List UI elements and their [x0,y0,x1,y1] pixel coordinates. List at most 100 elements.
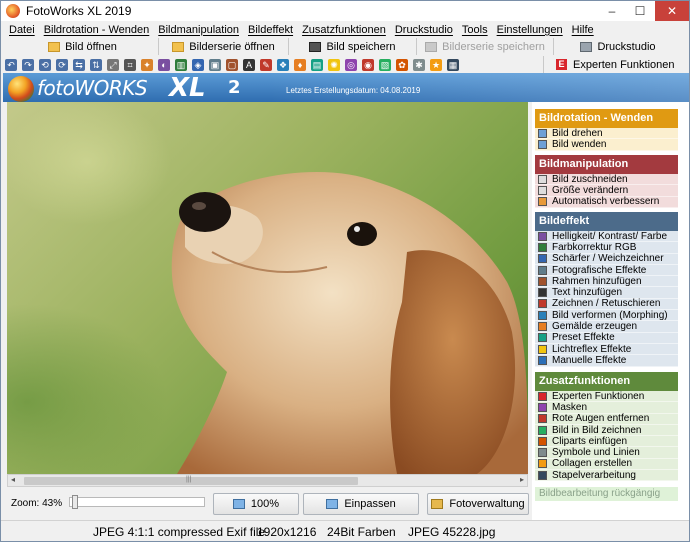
image-canvas[interactable] [7,102,528,474]
item-label: Automatisch verbessern [552,196,660,208]
section-header: Bildmanipulation [535,155,678,174]
red-eye-icon [538,414,547,424]
scrollbar-grip: ||| [186,476,192,483]
panel-item-auto-verbessern[interactable]: Automatisch verbessern [535,196,678,208]
panel-item-rote-augen[interactable]: Rote Augen entfernen [535,413,678,425]
rotate-ccw-icon[interactable]: ⟲ [39,58,51,71]
rotate-right-icon[interactable]: ↷ [22,58,34,71]
collage-icon[interactable]: ★ [430,58,442,71]
photo-effects-icon [538,265,547,275]
item-label: Stapelverarbeitung [552,469,636,481]
retouch-icon[interactable]: ✎ [260,58,272,71]
rotate-cw-icon[interactable]: ⟳ [56,58,68,71]
zoom-100-button[interactable]: 100% [213,493,299,515]
morph-icon[interactable]: ❖ [277,58,289,71]
levels-icon[interactable]: ▥ [175,58,187,71]
resize-icon [538,185,547,195]
batch-icon[interactable]: ▦ [447,58,459,71]
panel-item-rahmen[interactable]: Rahmen hinzufügen [535,276,678,288]
menu-bildrotation[interactable]: Bildrotation - Wenden [44,24,150,36]
open-series-button[interactable]: Bilderserie öffnen [159,38,289,55]
flip-horizontal-icon[interactable]: ⇆ [73,58,85,71]
menu-einstellungen[interactable]: Einstellungen [497,24,563,36]
enhance-icon[interactable]: ✦ [141,58,153,71]
menu-druckstudio[interactable]: Druckstudio [395,24,453,36]
save-series-button[interactable]: Bilderserie speichern [417,38,554,55]
panel-item-lichtreflex[interactable]: Lichtreflex Effekte [535,344,678,356]
panel-item-collagen[interactable]: Collagen erstellen [535,458,678,471]
resize-icon[interactable]: ⤢ [107,58,119,71]
photo-effects-icon[interactable]: ▣ [209,58,221,71]
panel-item-groesse[interactable]: Größe verändern [535,184,678,197]
panel-item-masken[interactable]: Masken [535,402,678,414]
photo-manager-label: Fotoverwaltung [449,498,525,510]
scroll-left-icon[interactable]: ◂ [11,475,15,484]
menu-hilfe[interactable]: Hilfe [572,24,594,36]
cliparts-icon[interactable]: ✿ [396,58,408,71]
minimize-button[interactable]: – [598,1,626,21]
panel-item-stapel[interactable]: Stapelverarbeitung [535,469,678,482]
menu-zusatzfunktionen[interactable]: Zusatzfunktionen [302,24,386,36]
maximize-button[interactable]: ☐ [626,1,654,21]
frame-icon[interactable]: ▢ [226,58,238,71]
item-label: Manuelle Effekte [552,354,627,366]
symbols-icon [538,448,547,458]
scroll-right-icon[interactable]: ▸ [520,475,524,484]
zoom-slider[interactable] [69,495,205,509]
menu-datei[interactable]: Datei [9,24,35,36]
flip-vertical-icon[interactable]: ⇅ [90,58,102,71]
save-image-button[interactable]: Bild speichern [289,38,417,55]
panel-item-bild-wenden[interactable]: Bild wenden [535,138,678,151]
item-label: Größe verändern [552,184,629,196]
section-bildrotation: Bildrotation - Wenden Bild drehen Bild w… [535,109,678,151]
preset-icon[interactable]: ▤ [311,58,323,71]
panel-item-gemaelde[interactable]: Gemälde erzeugen [535,321,678,333]
menu-bildmanipulation[interactable]: Bildmanipulation [158,24,239,36]
panel-item-zuschneiden[interactable]: Bild zuschneiden [535,174,678,186]
painting-icon[interactable]: ♦ [294,58,306,71]
mask-icon[interactable]: ◎ [345,58,357,71]
panel-item-bild-in-bild[interactable]: Bild in Bild zeichnen [535,425,678,437]
panel-item-symbole[interactable]: Symbole und Linien [535,447,678,459]
zoom-slider-knob[interactable] [72,495,78,509]
item-label: Bild wenden [552,138,607,150]
cliparts-icon [538,436,547,446]
panel-item-morphing[interactable]: Bild verformen (Morphing) [535,310,678,322]
panel-item-manuelle-effekte[interactable]: Manuelle Effekte [535,354,678,367]
photo-manager-button[interactable]: Fotoverwaltung [427,493,529,515]
open-image-button[interactable]: Bild öffnen [7,38,159,55]
menu-bildeffekt[interactable]: Bildeffekt [248,24,293,36]
color-adjust-icon[interactable]: ◐ [158,58,170,71]
expert-functions-button[interactable]: E Experten Funktionen [543,56,679,73]
panel-item-preset[interactable]: Preset Effekte [535,332,678,344]
menu-bar: Datei Bildrotation - Wenden Bildmanipula… [1,21,689,38]
sharpen-icon[interactable]: ◈ [192,58,204,71]
panel-item-schaerfer[interactable]: Schärfer / Weichzeichner [535,253,678,265]
logo-ball-icon [8,76,34,102]
printer-icon [580,41,593,52]
crop-icon[interactable]: ⌗ [124,58,136,71]
folder-icon [48,41,61,52]
panel-item-cliparts[interactable]: Cliparts einfügen [535,436,678,448]
print-studio-button[interactable]: Druckstudio [554,38,682,55]
panel-item-text[interactable]: Text hinzufügen [535,287,678,299]
text-icon[interactable]: A [243,58,255,71]
red-eye-icon[interactable]: ◉ [362,58,374,71]
panel-item-bild-drehen[interactable]: Bild drehen [535,128,678,140]
symbols-icon[interactable]: ✱ [413,58,425,71]
undo-edit-button[interactable]: Bildbearbeitung rückgängig [535,487,678,501]
menu-tools[interactable]: Tools [462,24,488,36]
picture-in-picture-icon[interactable]: ▧ [379,58,391,71]
fit-button[interactable]: Einpassen [303,493,419,515]
panel-item-experten[interactable]: Experten Funktionen [535,391,678,403]
panel-item-farbkorrektur[interactable]: Farbkorrektur RGB [535,242,678,254]
lightflex-icon[interactable]: ✺ [328,58,340,71]
panel-item-foto-effekte[interactable]: Fotografische Effekte [535,265,678,277]
close-button[interactable]: ✕ [655,1,689,21]
panel-item-zeichnen[interactable]: Zeichnen / Retuschieren [535,298,678,311]
horizontal-scrollbar[interactable]: ◂ ||| ▸ [7,474,528,487]
section-header: Bildrotation - Wenden [535,109,678,128]
item-label: Gemälde erzeugen [552,321,638,333]
rotate-left-icon[interactable]: ↶ [5,58,17,71]
panel-item-helligkeit[interactable]: Helligkeit/ Kontrast/ Farbe [535,231,678,243]
